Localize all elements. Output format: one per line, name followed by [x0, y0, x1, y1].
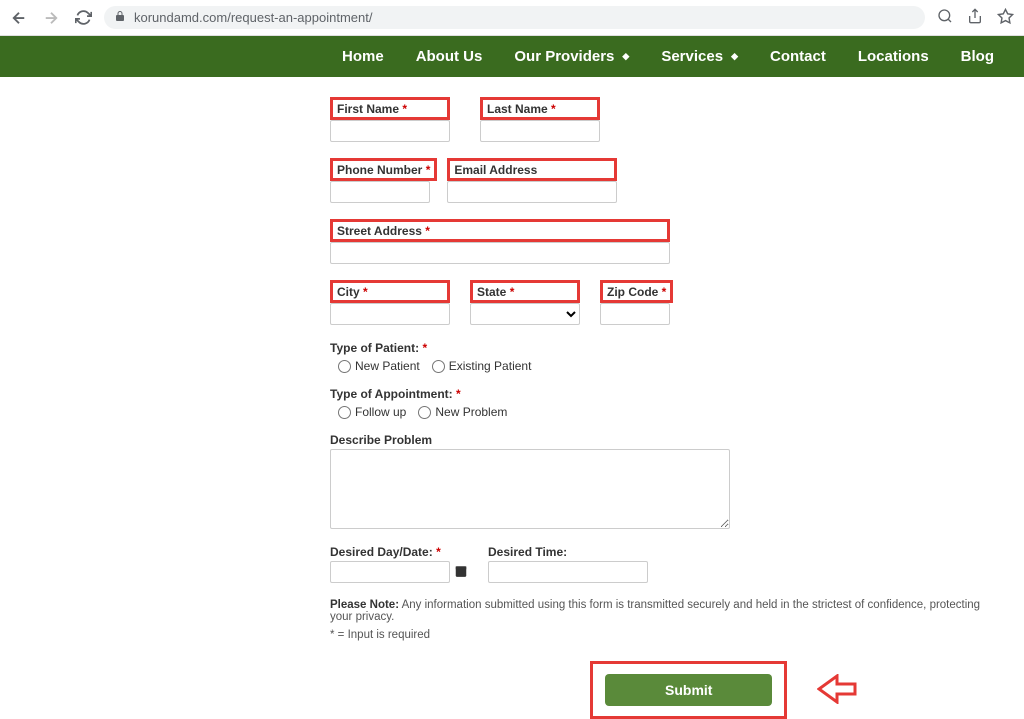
forward-icon[interactable]: [42, 9, 60, 27]
back-icon[interactable]: [10, 9, 28, 27]
nav-home[interactable]: Home: [342, 48, 384, 65]
zip-label: Zip Code *: [607, 285, 666, 299]
highlight-state: State *: [470, 280, 580, 303]
calendar-icon[interactable]: [454, 564, 468, 581]
highlight-first-name: First Name *: [330, 97, 450, 120]
zip-input[interactable]: [600, 303, 670, 325]
highlight-submit: Submit: [590, 661, 787, 719]
chevron-down-icon: ◆: [622, 51, 629, 62]
url-bar[interactable]: korundamd.com/request-an-appointment/: [104, 6, 925, 29]
nav-blog[interactable]: Blog: [961, 48, 994, 65]
appointment-form: First Name * Last Name * Phone Number * …: [320, 97, 1000, 719]
phone-input[interactable]: [330, 181, 430, 203]
desired-time-input[interactable]: [488, 561, 648, 583]
highlight-street: Street Address *: [330, 219, 670, 242]
lock-icon: [114, 10, 126, 25]
chevron-down-icon: ◆: [731, 51, 738, 62]
privacy-note: Please Note: Any information submitted u…: [330, 599, 990, 623]
first-name-label: First Name *: [337, 102, 407, 116]
patient-type-existing[interactable]: Existing Patient: [432, 359, 532, 373]
nav-locations[interactable]: Locations: [858, 48, 929, 65]
patient-type-new[interactable]: New Patient: [338, 359, 420, 373]
city-label: City *: [337, 285, 368, 299]
highlight-email: Email Address: [447, 158, 617, 181]
last-name-input[interactable]: [480, 120, 600, 142]
describe-label: Describe Problem: [330, 433, 990, 447]
zoom-icon[interactable]: [937, 8, 953, 27]
appointment-type-new[interactable]: New Problem: [418, 405, 507, 419]
desired-time-label: Desired Time:: [488, 545, 648, 559]
required-note: * = Input is required: [330, 629, 990, 641]
street-input[interactable]: [330, 242, 670, 264]
url-text: korundamd.com/request-an-appointment/: [134, 10, 372, 25]
main-nav: Home About Us Our Providers◆ Services◆ C…: [0, 36, 1024, 77]
nav-providers[interactable]: Our Providers◆: [514, 48, 629, 65]
desired-date-label: Desired Day/Date: *: [330, 545, 468, 559]
arrow-left-icon: [817, 674, 857, 707]
email-input[interactable]: [447, 181, 617, 203]
desired-date-input[interactable]: [330, 561, 450, 583]
patient-type-label: Type of Patient: *: [330, 341, 990, 355]
nav-services[interactable]: Services◆: [661, 48, 738, 65]
state-select[interactable]: [470, 303, 580, 325]
highlight-city: City *: [330, 280, 450, 303]
state-label: State *: [477, 285, 514, 299]
submit-button[interactable]: Submit: [605, 674, 772, 706]
email-label: Email Address: [454, 163, 537, 177]
star-icon[interactable]: [997, 8, 1014, 28]
highlight-zip: Zip Code *: [600, 280, 673, 303]
highlight-phone: Phone Number *: [330, 158, 437, 181]
browser-toolbar: korundamd.com/request-an-appointment/: [0, 0, 1024, 36]
city-input[interactable]: [330, 303, 450, 325]
share-icon[interactable]: [967, 8, 983, 27]
describe-textarea[interactable]: [330, 449, 730, 529]
appointment-type-followup[interactable]: Follow up: [338, 405, 406, 419]
phone-label: Phone Number *: [337, 163, 430, 177]
last-name-label: Last Name *: [487, 102, 556, 116]
appointment-type-label: Type of Appointment: *: [330, 387, 990, 401]
street-label: Street Address *: [337, 224, 430, 238]
first-name-input[interactable]: [330, 120, 450, 142]
nav-about[interactable]: About Us: [416, 48, 483, 65]
highlight-last-name: Last Name *: [480, 97, 600, 120]
reload-icon[interactable]: [74, 9, 92, 27]
nav-contact[interactable]: Contact: [770, 48, 826, 65]
